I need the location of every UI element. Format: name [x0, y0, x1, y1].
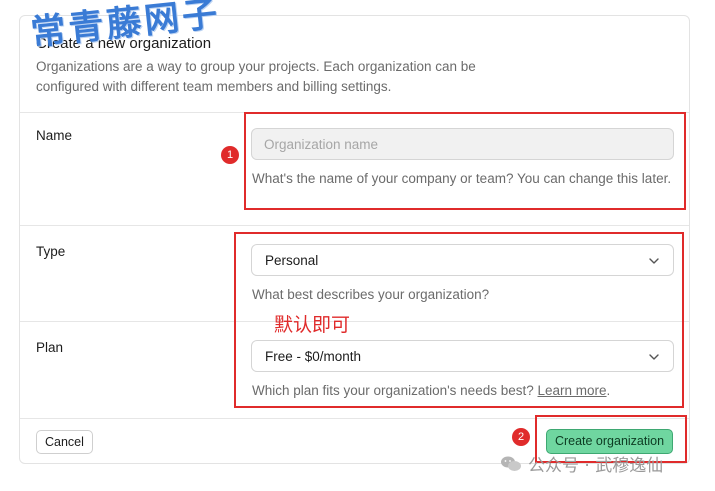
cancel-button[interactable]: Cancel — [36, 430, 93, 454]
wechat-icon — [501, 456, 521, 471]
plan-label: Plan — [36, 340, 64, 355]
name-label: Name — [36, 128, 73, 143]
wechat-watermark: 公众号 · 武穆逸仙 — [500, 451, 663, 476]
annotation-marker-1: 1 — [221, 146, 239, 164]
dialog-subtitle: Organizations are a way to group your pr… — [36, 59, 476, 94]
type-label: Type — [36, 244, 66, 259]
annotation-note: 默认即可 — [274, 314, 351, 336]
annotation-marker-2: 2 — [512, 428, 530, 446]
wechat-watermark-text: 公众号 · 武穆逸仙 — [528, 456, 664, 476]
annotation-box-name — [244, 112, 686, 210]
